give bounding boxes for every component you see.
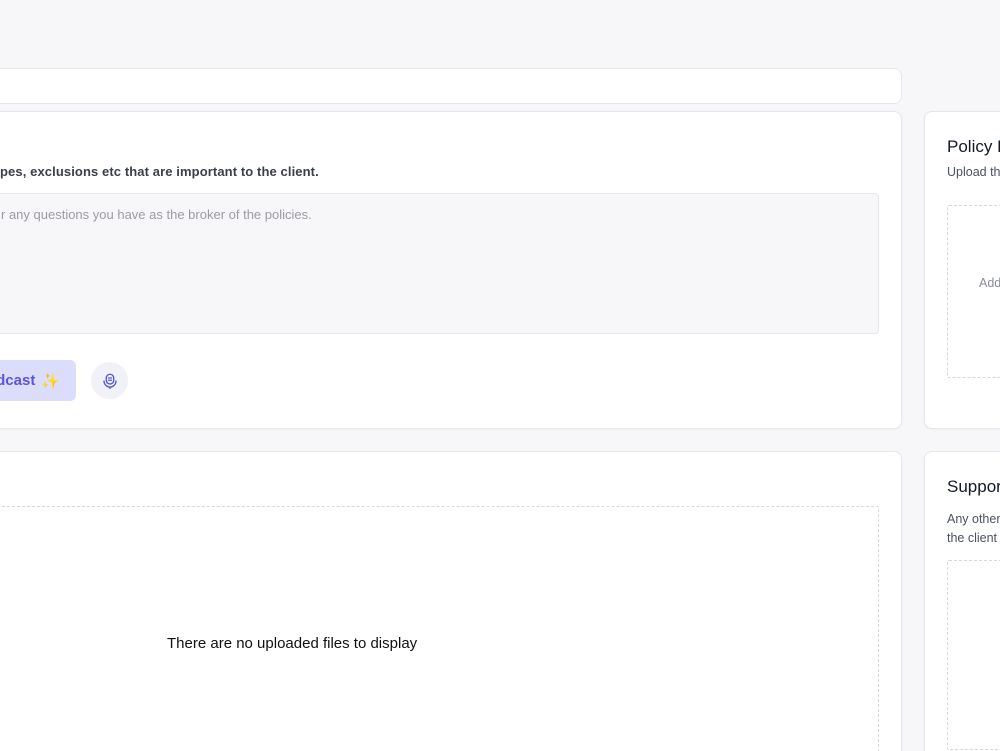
supporting-subtitle-line1: Any other bbox=[947, 512, 1000, 526]
policy-documents-title: Policy D bbox=[947, 137, 1000, 156]
notes-textarea[interactable] bbox=[0, 193, 879, 334]
policy-add-label[interactable]: Add bbox=[979, 276, 1000, 290]
supporting-documents-title: Suppor bbox=[947, 477, 1000, 496]
top-input-bar[interactable] bbox=[0, 68, 902, 104]
supporting-dropzone[interactable] bbox=[947, 560, 1000, 750]
microphone-button[interactable] bbox=[91, 362, 128, 399]
sparkle-icon: ✨ bbox=[41, 372, 60, 390]
generate-podcast-button[interactable]: dcast ✨ bbox=[0, 360, 76, 401]
notes-instruction: pes, exclusions etc that are important t… bbox=[0, 164, 319, 179]
empty-files-message: There are no uploaded files to display bbox=[167, 635, 418, 652]
policy-documents-subtitle: Upload th bbox=[947, 165, 1000, 179]
policy-dropzone[interactable] bbox=[947, 205, 1000, 378]
supporting-subtitle-line2: the client bbox=[947, 531, 998, 545]
podcast-button-label: dcast bbox=[0, 372, 36, 389]
files-dropzone[interactable] bbox=[0, 506, 879, 751]
microphone-icon bbox=[102, 373, 117, 389]
